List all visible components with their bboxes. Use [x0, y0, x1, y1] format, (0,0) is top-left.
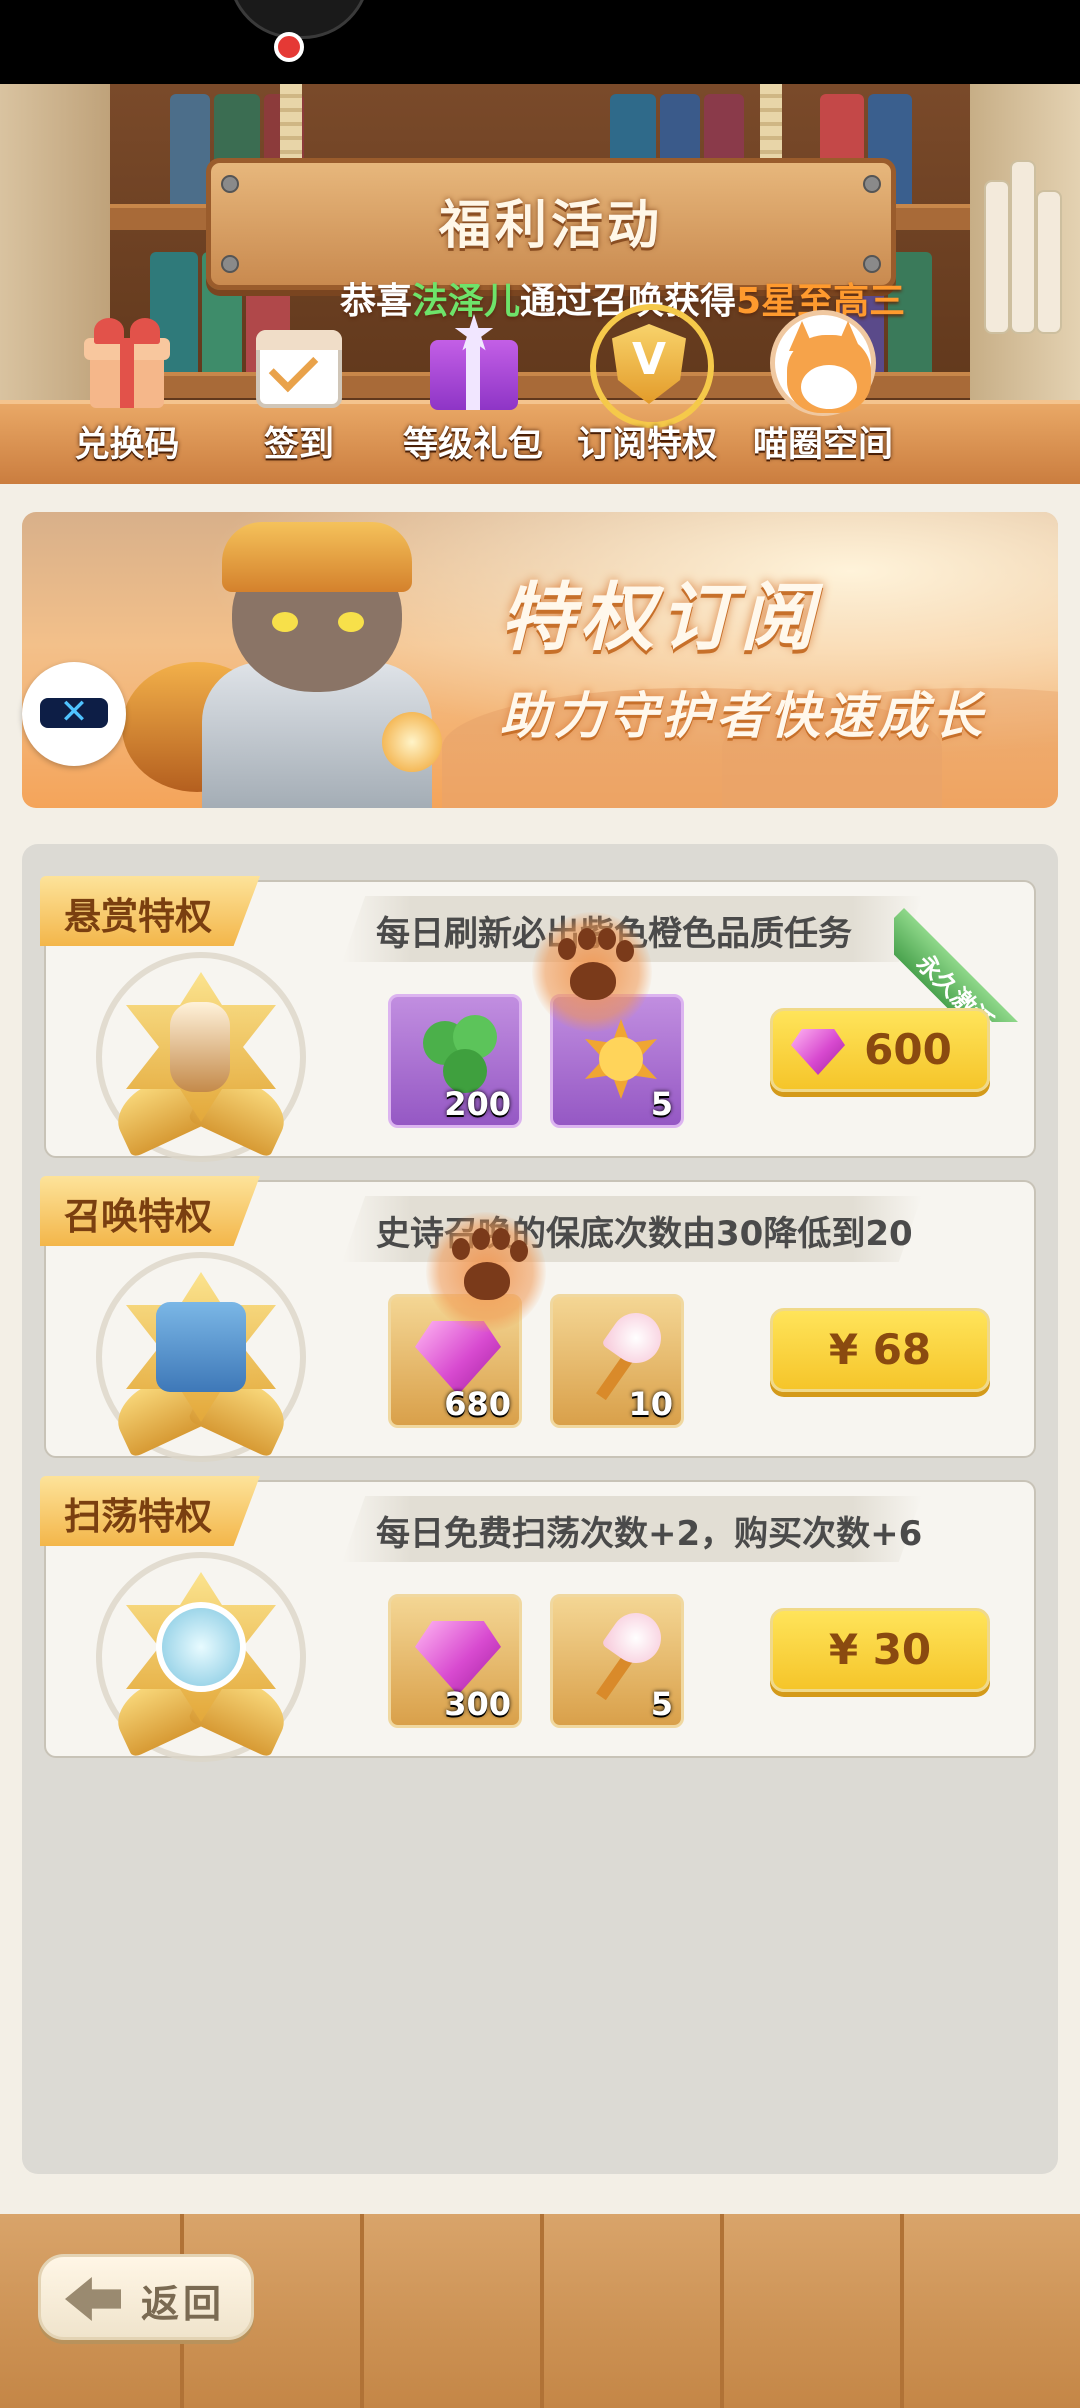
back-label: 返回	[141, 2282, 226, 2326]
title-board: 福利活动	[206, 158, 896, 290]
status-area	[0, 0, 1080, 84]
gift-icon	[74, 310, 180, 416]
buy-button-sweep[interactable]: ¥ 30	[770, 1608, 990, 1692]
vip-shield-icon: V	[590, 304, 714, 428]
floating-assistant-button[interactable]: ✕	[22, 662, 126, 766]
subscription-banner: 特权订阅 助力守护者快速成长	[22, 512, 1058, 808]
page-title: 福利活动	[438, 196, 663, 256]
privilege-tag: 悬赏特权	[40, 876, 260, 946]
tab-sign-in[interactable]: 签到	[224, 310, 374, 470]
reward-item[interactable]: 5	[550, 1594, 684, 1728]
reward-item[interactable]: 10	[550, 1294, 684, 1428]
permanent-badge: 永久激活	[894, 872, 1044, 1022]
sweep-medal-icon	[96, 1552, 306, 1762]
purple-gift-icon	[420, 310, 526, 416]
back-arrow-icon	[65, 2277, 121, 2321]
tab-label: 订阅特权	[576, 425, 717, 465]
summon-medal-icon	[96, 1252, 306, 1462]
notification-dot	[274, 32, 304, 62]
tab-redeem-code[interactable]: 兑换码	[52, 310, 202, 470]
bounty-medal-icon	[96, 952, 306, 1162]
hero-character-image	[62, 512, 462, 808]
privilege-card-summon: 召唤特权 史诗召唤的保底次数由30降低到20 680 10 ¥ 68	[40, 1176, 1036, 1462]
buy-button-summon[interactable]: ¥ 68	[770, 1308, 990, 1392]
tab-cat-space[interactable]: 喵圈空间	[748, 310, 898, 470]
privilege-tag: 召唤特权	[40, 1176, 260, 1246]
paw-touch-icon	[532, 912, 652, 1032]
privilege-card-sweep: 扫荡特权 每日免费扫荡次数+2，购买次数+6 300 5 ¥ 30	[40, 1476, 1036, 1762]
tab-label: 喵圈空间	[752, 425, 893, 465]
buy-button-bounty[interactable]: 600	[770, 1008, 990, 1092]
tab-level-gift[interactable]: 等级礼包	[398, 310, 548, 470]
reward-item[interactable]: 300	[388, 1594, 522, 1728]
banner-title: 特权订阅	[500, 575, 820, 661]
tab-label: 等级礼包	[402, 425, 543, 465]
back-button[interactable]: 返回	[38, 2254, 254, 2340]
tab-subscription[interactable]: V 订阅特权	[572, 304, 722, 470]
calendar-check-icon	[246, 310, 352, 416]
banner-subtitle: 助力守护者快速成长	[500, 687, 986, 745]
x-logo-icon: ✕	[59, 692, 89, 732]
reward-item[interactable]: 200	[388, 994, 522, 1128]
cat-face-icon	[770, 310, 876, 416]
tab-label: 兑换码	[74, 425, 180, 465]
privilege-description: 每日免费扫荡次数+2，购买次数+6	[376, 1514, 923, 1554]
gem-icon	[791, 1029, 845, 1075]
privilege-card-bounty: 悬赏特权 每日刷新必出紫色橙色品质任务 永久激活 200 5 600	[40, 876, 1044, 1162]
tab-label: 签到	[263, 425, 334, 465]
privilege-tag: 扫荡特权	[40, 1476, 260, 1546]
paw-touch-icon	[426, 1212, 546, 1332]
